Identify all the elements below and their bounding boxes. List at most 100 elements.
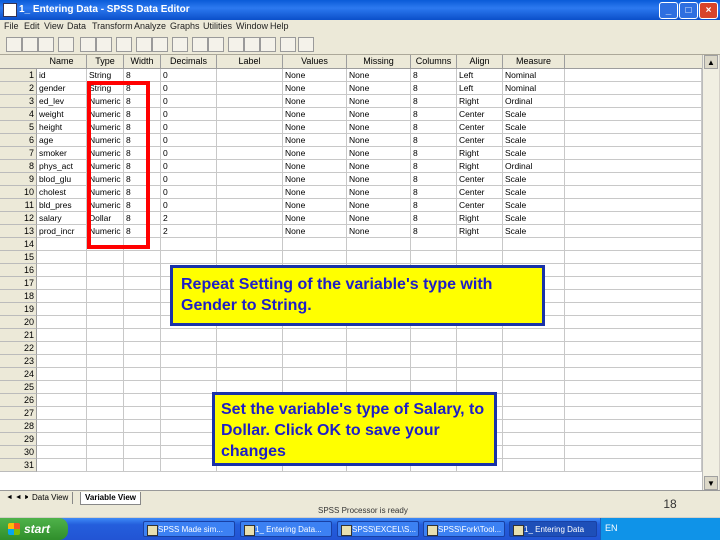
grid-cell-align[interactable] bbox=[457, 342, 503, 355]
grid-cell-decimals[interactable]: 0 bbox=[161, 82, 217, 95]
grid-cell-columns[interactable]: 8 bbox=[411, 147, 457, 160]
row-number[interactable]: 25 bbox=[0, 381, 37, 394]
row-number[interactable]: 10 bbox=[0, 186, 37, 199]
grid-cell-missing[interactable]: None bbox=[347, 121, 411, 134]
row-number[interactable]: 23 bbox=[0, 355, 37, 368]
grid-cell-measure[interactable] bbox=[503, 459, 565, 472]
grid-cell-missing[interactable] bbox=[347, 251, 411, 264]
grid-cell-values[interactable]: None bbox=[283, 134, 347, 147]
grid-cell-type[interactable] bbox=[87, 290, 124, 303]
grid-cell-values[interactable] bbox=[283, 368, 347, 381]
weight-cases-icon[interactable] bbox=[244, 37, 260, 52]
grid-cell-missing[interactable] bbox=[347, 342, 411, 355]
grid-cell-measure[interactable] bbox=[503, 446, 565, 459]
grid-cell-values[interactable]: None bbox=[283, 108, 347, 121]
column-header-type[interactable]: Type bbox=[87, 55, 124, 69]
grid-cell-label[interactable] bbox=[217, 355, 283, 368]
grid-cell-decimals[interactable]: 0 bbox=[161, 186, 217, 199]
grid-cell-name[interactable] bbox=[37, 290, 87, 303]
grid-cell-label[interactable] bbox=[217, 121, 283, 134]
grid-cell-width[interactable] bbox=[124, 407, 161, 420]
grid-cell-align[interactable]: Left bbox=[457, 82, 503, 95]
grid-cell-decimals[interactable] bbox=[161, 420, 217, 433]
grid-cell-type[interactable] bbox=[87, 316, 124, 329]
grid-cell-values[interactable]: None bbox=[283, 212, 347, 225]
grid-cell-type[interactable] bbox=[87, 407, 124, 420]
grid-cell-columns[interactable]: 8 bbox=[411, 212, 457, 225]
grid-cell-columns[interactable]: 8 bbox=[411, 69, 457, 82]
grid-cell-label[interactable] bbox=[217, 199, 283, 212]
grid-cell-values[interactable] bbox=[283, 251, 347, 264]
grid-cell-type[interactable] bbox=[87, 342, 124, 355]
grid-cell-align[interactable]: Right bbox=[457, 212, 503, 225]
grid-cell-name[interactable] bbox=[37, 277, 87, 290]
column-header-measure[interactable]: Measure bbox=[503, 55, 565, 69]
grid-cell-align[interactable] bbox=[457, 329, 503, 342]
grid-cell-name[interactable] bbox=[37, 368, 87, 381]
grid-cell-columns[interactable]: 8 bbox=[411, 121, 457, 134]
use-sets-icon[interactable] bbox=[298, 37, 314, 52]
grid-cell-measure[interactable]: Scale bbox=[503, 212, 565, 225]
grid-cell-decimals[interactable] bbox=[161, 251, 217, 264]
scroll-down-icon[interactable]: ▼ bbox=[704, 476, 718, 490]
grid-cell-align[interactable] bbox=[457, 368, 503, 381]
grid-cell-values[interactable]: None bbox=[283, 160, 347, 173]
grid-cell-columns[interactable]: 8 bbox=[411, 225, 457, 238]
grid-cell-measure[interactable]: Scale bbox=[503, 108, 565, 121]
redo-icon[interactable] bbox=[96, 37, 112, 52]
grid-cell-align[interactable]: Center bbox=[457, 121, 503, 134]
menu-file[interactable]: File bbox=[4, 21, 19, 31]
grid-cell-measure[interactable]: Scale bbox=[503, 186, 565, 199]
grid-cell-decimals[interactable]: 2 bbox=[161, 225, 217, 238]
grid-cell-type[interactable] bbox=[87, 368, 124, 381]
row-number[interactable]: 9 bbox=[0, 173, 37, 186]
row-number[interactable]: 26 bbox=[0, 394, 37, 407]
grid-cell-name[interactable] bbox=[37, 238, 87, 251]
grid-cell-type[interactable] bbox=[87, 251, 124, 264]
grid-cell-align[interactable]: Center bbox=[457, 173, 503, 186]
grid-cell-align[interactable] bbox=[457, 238, 503, 251]
print-icon[interactable] bbox=[38, 37, 54, 52]
grid-cell-measure[interactable] bbox=[503, 368, 565, 381]
menu-data[interactable]: Data bbox=[67, 21, 86, 31]
grid-cell-name[interactable] bbox=[37, 420, 87, 433]
grid-cell-values[interactable] bbox=[283, 329, 347, 342]
grid-cell-measure[interactable] bbox=[503, 342, 565, 355]
grid-cell-measure[interactable] bbox=[503, 433, 565, 446]
dialog-recall-icon[interactable] bbox=[58, 37, 74, 52]
grid-cell-type[interactable] bbox=[87, 394, 124, 407]
taskbar-item-active[interactable]: 1_ Entering Data bbox=[509, 521, 597, 537]
grid-cell-label[interactable] bbox=[217, 82, 283, 95]
grid-cell-missing[interactable] bbox=[347, 368, 411, 381]
grid-cell-columns[interactable] bbox=[411, 251, 457, 264]
row-number[interactable]: 3 bbox=[0, 95, 37, 108]
row-number[interactable]: 27 bbox=[0, 407, 37, 420]
row-number[interactable]: 8 bbox=[0, 160, 37, 173]
row-number[interactable]: 16 bbox=[0, 264, 37, 277]
grid-cell-align[interactable]: Right bbox=[457, 95, 503, 108]
grid-cell-measure[interactable]: Scale bbox=[503, 134, 565, 147]
grid-cell-columns[interactable]: 8 bbox=[411, 186, 457, 199]
grid-cell-measure[interactable]: Scale bbox=[503, 173, 565, 186]
grid-cell-label[interactable] bbox=[217, 147, 283, 160]
grid-cell-width[interactable] bbox=[124, 342, 161, 355]
grid-cell-columns[interactable]: 8 bbox=[411, 134, 457, 147]
column-header-width[interactable]: Width bbox=[124, 55, 161, 69]
grid-cell-decimals[interactable] bbox=[161, 433, 217, 446]
grid-cell-values[interactable] bbox=[283, 238, 347, 251]
grid-cell-missing[interactable]: None bbox=[347, 69, 411, 82]
column-header-label[interactable]: Label bbox=[217, 55, 283, 69]
grid-cell-width[interactable] bbox=[124, 303, 161, 316]
grid-cell-type[interactable] bbox=[87, 420, 124, 433]
grid-cell-width[interactable] bbox=[124, 459, 161, 472]
grid-cell-measure[interactable] bbox=[503, 420, 565, 433]
grid-cell-name[interactable] bbox=[37, 407, 87, 420]
grid-cell-decimals[interactable] bbox=[161, 355, 217, 368]
taskbar-item[interactable]: SPSS\Fork\Tool... bbox=[423, 521, 505, 537]
grid-cell-width[interactable] bbox=[124, 290, 161, 303]
row-number[interactable]: 20 bbox=[0, 316, 37, 329]
tab-data-view[interactable]: Data View bbox=[28, 492, 74, 504]
grid-cell-values[interactable]: None bbox=[283, 95, 347, 108]
row-number[interactable]: 5 bbox=[0, 121, 37, 134]
grid-cell-values[interactable] bbox=[283, 355, 347, 368]
